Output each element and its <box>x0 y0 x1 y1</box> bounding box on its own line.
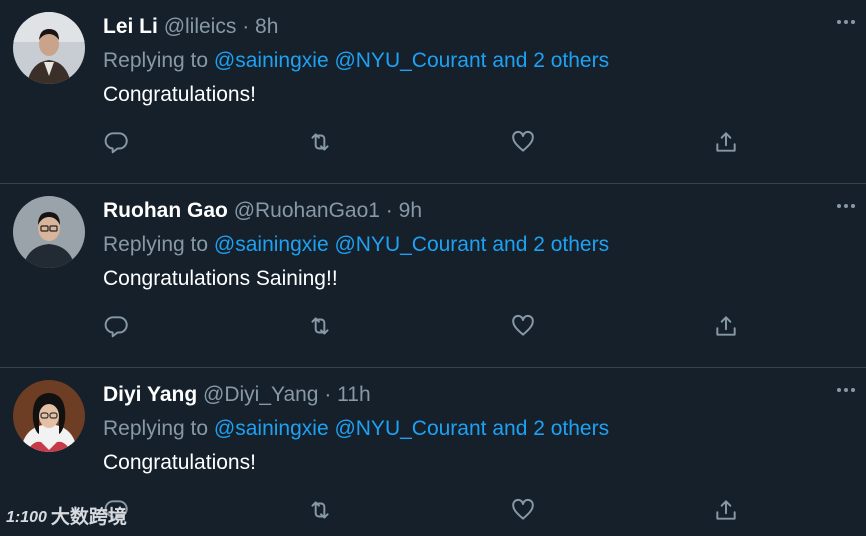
reply-icon[interactable] <box>103 312 131 340</box>
share-icon[interactable] <box>712 128 740 156</box>
watermark: 1:100 大数跨境 <box>6 506 127 530</box>
retweet-icon[interactable] <box>306 312 334 340</box>
watermark-text: 大数跨境 <box>50 507 127 528</box>
action-bar <box>0 368 866 536</box>
retweet-icon[interactable] <box>306 128 334 156</box>
reply-tweet[interactable]: Lei Li @lileics · 8h Replying to @sainin… <box>0 0 866 184</box>
share-icon[interactable] <box>712 312 740 340</box>
reply-icon[interactable] <box>103 128 131 156</box>
reply-tweet[interactable]: Ruohan Gao @RuohanGao1 · 9h Replying to … <box>0 184 866 368</box>
reply-tweet[interactable]: Diyi Yang @Diyi_Yang · 11h Replying to @… <box>0 368 866 536</box>
retweet-icon[interactable] <box>306 496 334 524</box>
action-bar <box>0 0 866 183</box>
action-bar <box>0 184 866 367</box>
heart-icon[interactable] <box>509 496 537 524</box>
share-icon[interactable] <box>712 496 740 524</box>
heart-icon[interactable] <box>509 312 537 340</box>
watermark-logo: 1:100 <box>6 509 47 526</box>
heart-icon[interactable] <box>509 128 537 156</box>
